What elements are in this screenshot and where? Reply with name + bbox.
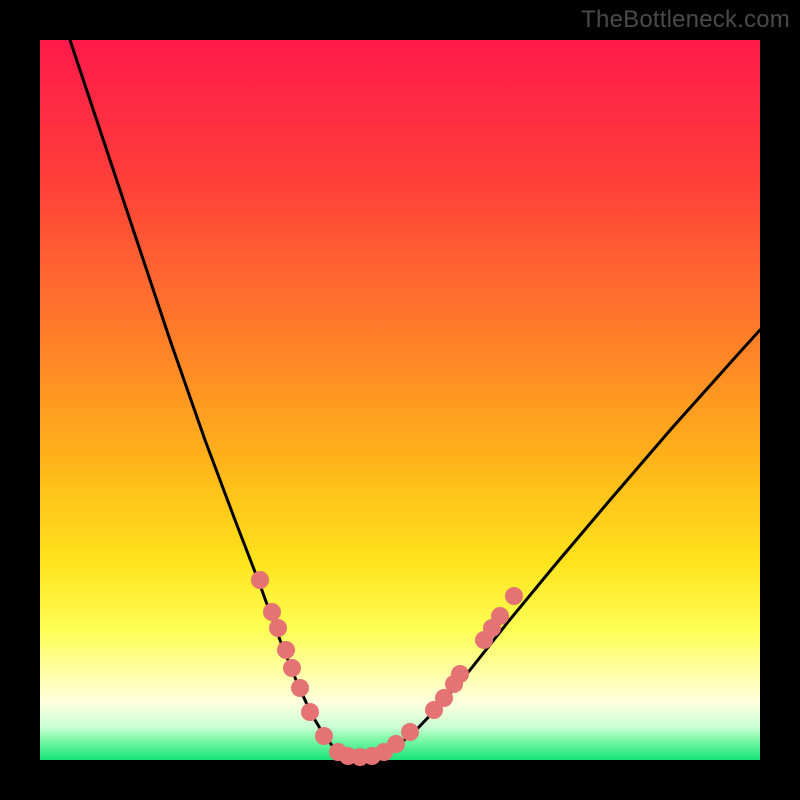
highlight-dot — [251, 571, 269, 589]
highlight-dot — [451, 665, 469, 683]
highlight-dot — [387, 735, 405, 753]
highlight-dots — [251, 571, 523, 766]
chart-root: TheBottleneck.com — [0, 0, 800, 800]
attribution-text: TheBottleneck.com — [581, 6, 790, 34]
bottleneck-curve — [70, 40, 760, 757]
highlight-dot — [277, 641, 295, 659]
highlight-dot — [291, 679, 309, 697]
highlight-dot — [269, 619, 287, 637]
highlight-dot — [401, 723, 419, 741]
v-curve — [70, 40, 760, 757]
highlight-dot — [301, 703, 319, 721]
highlight-dot — [283, 659, 301, 677]
plot-area — [40, 40, 760, 760]
highlight-dot — [491, 607, 509, 625]
highlight-dot — [505, 587, 523, 605]
highlight-dot — [263, 603, 281, 621]
highlight-dot — [315, 727, 333, 745]
curve-layer — [40, 40, 760, 760]
